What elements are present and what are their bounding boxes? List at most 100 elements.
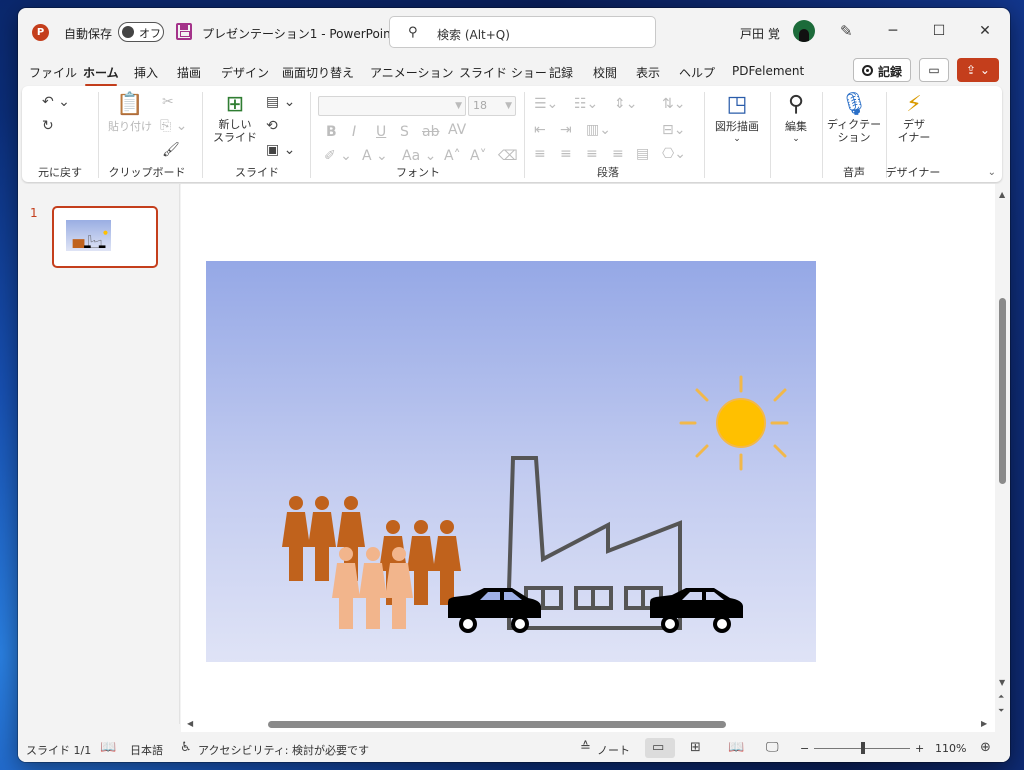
change-case-icon[interactable]: Aa ⌄ [402,148,436,164]
undo-icon[interactable]: ↶ ⌄ [42,94,70,110]
spellcheck-icon[interactable]: 📖 [100,740,116,755]
align-right-icon[interactable]: ≡ [586,146,598,162]
close-button[interactable]: ✕ [970,20,1000,42]
language[interactable]: 日本語 [130,742,163,758]
separator [310,92,311,178]
strikethrough-button[interactable]: ab [422,124,439,140]
bold-button[interactable]: B [326,124,337,140]
zoom-slider-knob[interactable] [861,742,865,754]
accessibility-status[interactable]: アクセシビリティ: 検討が必要です [198,742,369,758]
slide-thumbnail[interactable] [52,206,158,268]
align-text-icon[interactable]: ⊟⌄ [662,122,685,138]
clear-format-icon[interactable]: ⌫ [498,148,518,164]
powerpoint-app-icon[interactable]: P [32,24,49,41]
cut-icon[interactable]: ✂ [162,94,174,110]
scroll-up-icon[interactable]: ▲ [999,190,1005,199]
tab-home[interactable]: ホーム [83,64,119,86]
shadow-button[interactable]: S [400,124,409,140]
horizontal-scroll-thumb[interactable] [268,721,726,728]
char-spacing-button[interactable]: AV [448,122,466,138]
slide-sorter-icon[interactable]: ⊞ [690,740,701,755]
search-box[interactable]: ⚲ 検索 (Alt+Q) [389,16,656,48]
tab-insert[interactable]: 挿入 [134,64,158,81]
zoom-in-icon[interactable]: + [915,742,924,755]
minimize-button[interactable]: ─ [878,20,908,42]
smartart-icon[interactable]: ⎔⌄ [662,146,686,162]
bullets-icon[interactable]: ☰⌄ [534,96,558,112]
vertical-scrollbar[interactable]: ▲ ▼ ⏶ ⏷ [995,184,1010,724]
align-left-icon[interactable]: ≡ [534,146,546,162]
ribbon-expand-chevron-icon[interactable]: ⌄ [988,167,996,178]
reading-view-icon[interactable]: 📖 [728,740,744,755]
tab-animations[interactable]: アニメーション [370,64,454,81]
sun-icon[interactable] [679,375,789,471]
copy-icon[interactable]: ⎘ ⌄ [160,118,187,134]
designer-button[interactable]: ⚡ デザ イナー [890,92,938,144]
line-spacing-icon[interactable]: ⇕⌄ [614,96,637,112]
tab-help[interactable]: ヘルプ [679,64,715,81]
user-name[interactable]: 戸田 覚 [740,25,780,42]
maximize-button[interactable]: ☐ [924,20,954,42]
zoom-level[interactable]: 110% [935,742,966,755]
editing-button[interactable]: ⚲ 編集 ⌄ [774,92,818,144]
grow-font-icon[interactable]: A˄ [444,148,461,164]
tab-draw[interactable]: 描画 [177,64,201,81]
slide-canvas[interactable] [206,261,816,662]
scroll-right-icon[interactable]: ▶ [981,719,987,728]
underline-button[interactable]: U [376,124,386,140]
format-painter-icon[interactable]: 🖌 [162,142,180,158]
shapes-button[interactable]: ◳ 図形描画 ⌄ [710,92,764,144]
tab-view[interactable]: 表示 [636,64,660,81]
zoom-out-icon[interactable]: − [800,742,809,755]
notes-button[interactable]: ノート [597,742,630,758]
tab-pdfelement[interactable]: PDFelement [732,64,804,78]
align-center-icon[interactable]: ≡ [560,146,572,162]
new-slide-button[interactable]: ⊞ 新しい スライド [212,92,258,144]
next-slide-icon[interactable]: ⏷ [998,706,1004,716]
highlight-icon[interactable]: ✐ ⌄ [324,148,352,164]
distribute-icon[interactable]: ▤ [636,146,649,162]
people-light-icon[interactable] [332,547,413,629]
comments-button[interactable]: ▭ [919,58,949,82]
normal-view-icon[interactable]: ▭ [652,740,664,755]
designer-pen-icon[interactable]: ✎ [840,22,853,40]
layout-icon[interactable]: ▤ ⌄ [266,94,295,110]
prev-slide-icon[interactable]: ⏶ [998,692,1004,702]
font-name-combo[interactable]: ▼ [318,96,466,116]
paste-button[interactable]: 📋 貼り付け [108,92,152,134]
section-icon[interactable]: ▣ ⌄ [266,142,295,158]
slideshow-icon[interactable]: 🖵 [766,740,779,755]
decrease-indent-icon[interactable]: ⇤ [534,122,546,138]
justify-icon[interactable]: ≡ [612,146,624,162]
car-icon-right[interactable] [650,588,743,633]
scroll-down-icon[interactable]: ▼ [999,678,1005,687]
horizontal-scrollbar[interactable]: ◀ ▶ [181,716,995,732]
tab-record[interactable]: 記録 [549,64,573,81]
font-color-icon[interactable]: A ⌄ [362,148,388,164]
vertical-scroll-thumb[interactable] [999,298,1006,484]
shrink-font-icon[interactable]: A˅ [470,148,487,164]
text-direction-icon[interactable]: ⇅⌄ [662,96,685,112]
tab-file[interactable]: ファイル [29,64,77,81]
scroll-left-icon[interactable]: ◀ [187,719,193,728]
fit-to-window-icon[interactable]: ⊕ [980,740,991,755]
avatar[interactable] [793,20,815,42]
reset-icon[interactable]: ⟲ [266,118,278,134]
italic-button[interactable]: I [352,124,356,140]
font-size-combo[interactable]: 18 ▼ [468,96,516,116]
increase-indent-icon[interactable]: ⇥ [560,122,572,138]
tab-slideshow[interactable]: スライド ショー [459,64,547,81]
toggle-knob [122,26,134,38]
record-button[interactable]: 記録 [853,58,911,82]
numbering-icon[interactable]: ☷⌄ [574,96,598,112]
columns-icon[interactable]: ▥⌄ [586,122,611,138]
tab-transitions[interactable]: 画面切り替え [282,64,354,81]
save-icon[interactable] [176,23,192,40]
redo-icon[interactable]: ↻ [42,118,54,134]
share-button[interactable]: ⇪ ⌄ [957,58,999,82]
slide-count[interactable]: スライド 1/1 [26,742,91,758]
tab-design[interactable]: デザイン [221,64,269,81]
dictate-button[interactable]: 🎙 ディクテー ション [826,92,882,144]
tab-review[interactable]: 校閲 [593,64,617,81]
autosave-toggle[interactable]: オフ [118,22,164,42]
